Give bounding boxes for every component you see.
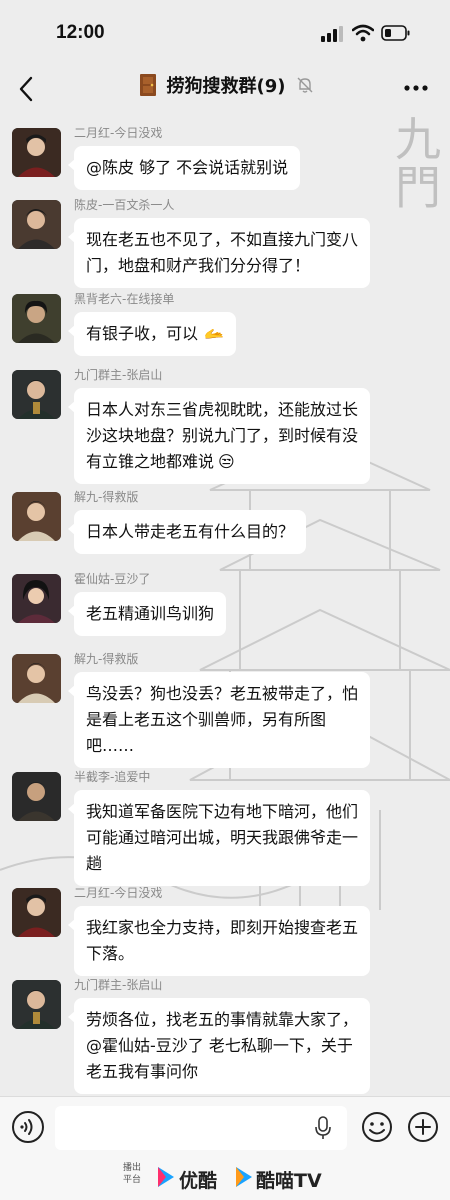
message-text: 日本人带走老五有什么目的？	[86, 522, 295, 541]
message-bubble[interactable]: 老五精通训鸟训狗	[67, 592, 227, 636]
voice-mode-button[interactable]	[12, 1111, 44, 1143]
avatar[interactable]	[12, 654, 61, 703]
sender-name: 解九-得救版	[74, 490, 139, 504]
plus-button-icon[interactable]	[407, 1111, 439, 1143]
input-bar	[0, 1096, 450, 1159]
message-input[interactable]	[55, 1106, 347, 1150]
gold-ingot-emoji: 🫴	[204, 324, 224, 343]
avatar[interactable]	[12, 980, 61, 1029]
message-text: 我知道军备医院下边有地下暗河，他们可能通过暗河出城，明天我跟佛爷走一趟	[86, 802, 359, 873]
avatar-portrait-icon	[12, 574, 61, 623]
sender-name: 黑背老六-在线接单	[74, 292, 175, 306]
youku-brand: 优酷	[179, 1170, 218, 1192]
avatar-portrait-icon	[12, 294, 61, 343]
message-bubble[interactable]: 现在老五也不见了，不如直接九门变八门，地盘和财产我们分分得了！	[68, 218, 370, 288]
unamused-face-emoji: 😒	[218, 452, 235, 471]
chat-header: 捞狗搜救群(9)	[0, 66, 450, 112]
avatar-portrait-icon	[12, 128, 61, 177]
message-bubble[interactable]: 我红家也全力支持，即刻开始搜查老五下落。	[68, 906, 370, 976]
message-text: 鸟没丢？狗也没丢？老五被带走了，怕是看上老五这个驯兽师，另有所图吧……	[86, 684, 359, 755]
message-text: 劳烦各位，找老五的事情就靠大家了，@霍仙姑-豆沙了 老七私聊一下，关于老五我有事…	[86, 1010, 359, 1081]
kumiao-logo-icon	[236, 1167, 252, 1187]
sender-name: 半截李-追爱中	[74, 770, 151, 784]
sender-name: 霍仙姑-豆沙了	[74, 572, 151, 586]
kumiao-brand: 酷喵TV	[256, 1170, 322, 1192]
avatar-portrait-icon	[12, 370, 61, 419]
avatar-portrait-icon	[12, 200, 61, 249]
chat-title[interactable]: 捞狗搜救群(9)	[167, 72, 286, 98]
avatar[interactable]	[12, 772, 61, 821]
wifi-icon	[352, 24, 374, 42]
status-time: 12:00	[56, 22, 105, 43]
platform-label: 播出平台	[122, 1163, 141, 1185]
title-wrap: 捞狗搜救群(9)	[0, 72, 450, 106]
avatar[interactable]	[12, 294, 61, 343]
avatar-portrait-icon	[12, 980, 61, 1029]
avatar-portrait-icon	[12, 888, 61, 937]
microphone-icon[interactable]	[314, 1116, 332, 1140]
battery-icon	[381, 25, 410, 41]
sender-name: 九门群主-张启山	[74, 978, 163, 992]
emoji-button-icon[interactable]	[361, 1111, 393, 1143]
platform-footer: 播出平台 优酷 酷喵TV	[0, 1158, 450, 1200]
youku-logo-icon	[158, 1167, 174, 1187]
avatar[interactable]	[12, 200, 61, 249]
avatar[interactable]	[12, 574, 61, 623]
message-text: 有银子收，可以	[86, 324, 199, 343]
message-bubble[interactable]: 我知道军备医院下边有地下暗河，他们可能通过暗河出城，明天我跟佛爷走一趟	[68, 790, 370, 886]
avatar-portrait-icon	[12, 492, 61, 541]
message-text: 现在老五也不见了，不如直接九门变八门，地盘和财产我们分分得了！	[86, 230, 359, 275]
message-bubble[interactable]: 劳烦各位，找老五的事情就靠大家了，@霍仙姑-豆沙了 老七私聊一下，关于老五我有事…	[68, 998, 370, 1094]
message-text: @陈皮 够了 不会说话就别说	[86, 158, 289, 177]
avatar[interactable]	[12, 492, 61, 541]
sender-name: 解九-得救版	[74, 652, 139, 666]
door-emoji-icon	[139, 74, 156, 96]
avatar-portrait-icon	[12, 772, 61, 821]
signal-icon	[321, 26, 343, 42]
avatar[interactable]	[12, 128, 61, 177]
message-list[interactable]: 二月红-今日没戏 @陈皮 够了 不会说话就别说 陈皮-一百文杀一人 现在老五也不…	[0, 112, 450, 1094]
sender-name: 二月红-今日没戏	[74, 886, 163, 900]
mute-bell-icon	[297, 77, 313, 93]
avatar[interactable]	[12, 888, 61, 937]
message-bubble[interactable]: 鸟没丢？狗也没丢？老五被带走了，怕是看上老五这个驯兽师，另有所图吧……	[68, 672, 370, 768]
message-bubble[interactable]: 有银子收，可以 🫴	[68, 312, 236, 356]
message-bubble[interactable]: @陈皮 够了 不会说话就别说	[67, 146, 301, 190]
message-text: 老五精通训鸟训狗	[86, 604, 215, 623]
message-bubble[interactable]: 日本人对东三省虎视眈眈，还能放过长沙这块地盘？别说九门了，到时候有没有立锥之地都…	[68, 388, 370, 484]
message-bubble[interactable]: 日本人带走老五有什么目的？	[67, 510, 307, 554]
sender-name: 九门群主-张启山	[74, 368, 163, 382]
message-text: 我红家也全力支持，即刻开始搜查老五下落。	[86, 918, 359, 963]
more-options-icon[interactable]	[402, 78, 430, 98]
status-bar: 12:00	[0, 0, 450, 66]
sender-name: 二月红-今日没戏	[74, 126, 163, 140]
avatar[interactable]	[12, 370, 61, 419]
avatar-portrait-icon	[12, 654, 61, 703]
sender-name: 陈皮-一百文杀一人	[74, 198, 175, 212]
voice-wave-icon	[20, 1119, 33, 1135]
